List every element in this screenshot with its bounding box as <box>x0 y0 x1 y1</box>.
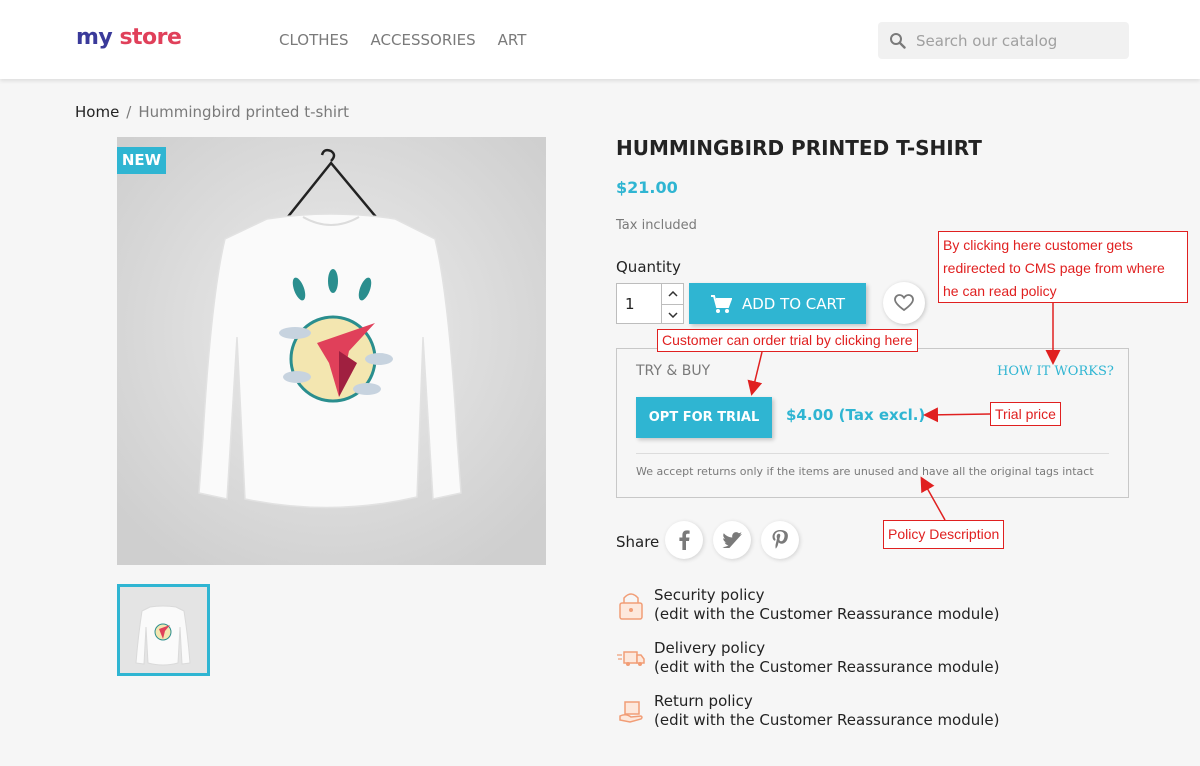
logo-my: my <box>76 25 113 50</box>
wishlist-button[interactable] <box>883 282 925 324</box>
chevron-down-icon <box>667 311 678 318</box>
logo-store: store <box>119 25 182 50</box>
reassurance-return-subtitle: (edit with the Customer Reassurance modu… <box>654 711 1000 729</box>
main-nav: CLOTHES ACCESSORIES ART <box>279 31 526 49</box>
search-box <box>878 22 1129 59</box>
new-badge: NEW <box>117 147 166 174</box>
quantity-stepper <box>661 283 684 324</box>
lock-icon <box>619 593 643 620</box>
breadcrumb-separator: / <box>126 103 132 121</box>
nav-art[interactable]: ART <box>498 31 527 49</box>
product-title: HUMMINGBIRD PRINTED T-SHIRT <box>616 136 982 160</box>
annotation-cms-line2: redirected to CMS page from where <box>943 260 1165 276</box>
trial-price: $4.00 (Tax excl.) <box>786 406 926 424</box>
share-label: Share <box>616 533 660 551</box>
annotation-order-trial: Customer can order trial by clicking her… <box>657 329 918 352</box>
try-and-buy-label: TRY & BUY <box>636 363 711 379</box>
reassurance-delivery-subtitle: (edit with the Customer Reassurance modu… <box>654 658 1000 676</box>
reassurance-security-title: Security policy <box>654 586 765 604</box>
annotation-policy-description: Policy Description <box>883 520 1005 549</box>
search-input[interactable] <box>916 30 1116 52</box>
add-to-cart-button[interactable]: ADD TO CART <box>689 283 866 324</box>
truck-icon <box>617 651 645 666</box>
pinterest-icon <box>772 530 788 549</box>
trial-divider <box>636 453 1109 454</box>
trial-policy-description: We accept returns only if the items are … <box>636 465 1094 478</box>
share-facebook-button[interactable] <box>665 521 703 559</box>
breadcrumb-current: Hummingbird printed t-shirt <box>138 103 350 121</box>
facebook-icon <box>679 530 690 550</box>
store-logo[interactable]: my store <box>76 25 182 50</box>
product-main-image[interactable] <box>117 137 546 565</box>
quantity-label: Quantity <box>616 258 681 276</box>
opt-for-trial-button[interactable]: OPT FOR TRIAL <box>636 397 772 438</box>
site-header: my store CLOTHES ACCESSORIES ART <box>0 0 1200 79</box>
how-it-works-link[interactable]: HOW IT WORKS? <box>997 364 1114 379</box>
breadcrumb: Home / Hummingbird printed t-shirt <box>75 103 349 121</box>
quantity-decrease-button[interactable] <box>662 304 683 324</box>
return-box-icon <box>619 701 643 723</box>
reassurance-return-title: Return policy <box>654 692 753 710</box>
search-icon[interactable] <box>889 32 906 49</box>
add-to-cart-label: ADD TO CART <box>741 294 846 313</box>
annotation-cms-policy: By clicking here customer gets redirecte… <box>938 231 1188 303</box>
cart-icon <box>710 294 732 313</box>
annotation-cms-line3: he can read policy <box>943 283 1057 299</box>
product-price: $21.00 <box>616 178 678 197</box>
share-pinterest-button[interactable] <box>761 521 799 559</box>
share-twitter-button[interactable] <box>713 521 751 559</box>
product-thumbnail[interactable] <box>117 584 210 676</box>
breadcrumb-home[interactable]: Home <box>75 103 119 121</box>
annotation-trial-price: Trial price <box>990 402 1061 426</box>
annotation-cms-line1: By clicking here customer gets <box>943 237 1133 253</box>
quantity-increase-button[interactable] <box>662 284 683 304</box>
nav-accessories[interactable]: ACCESSORIES <box>371 31 476 49</box>
reassurance-delivery-title: Delivery policy <box>654 639 766 657</box>
nav-clothes[interactable]: CLOTHES <box>279 31 349 49</box>
tax-label: Tax included <box>616 218 697 233</box>
quantity-input[interactable]: 1 <box>616 283 662 324</box>
twitter-icon <box>722 532 742 548</box>
heart-icon <box>894 294 914 312</box>
chevron-up-icon <box>667 291 678 297</box>
reassurance-security-subtitle: (edit with the Customer Reassurance modu… <box>654 605 1000 623</box>
